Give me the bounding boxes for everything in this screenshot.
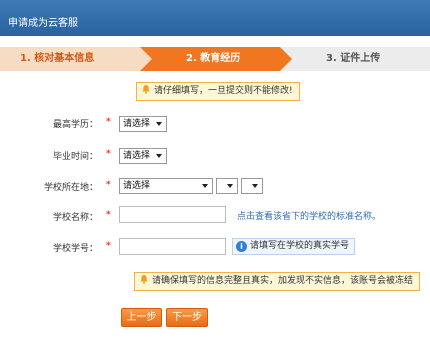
graduation-select-value: 请选择 [123, 151, 151, 161]
info-icon: i [236, 241, 247, 252]
chevron-down-icon [156, 122, 162, 126]
school-name-input[interactable] [119, 206, 226, 223]
required-mark: * [106, 180, 111, 190]
next-step-button[interactable]: 下一步 [166, 308, 208, 327]
education-select-value: 请选择 [123, 119, 151, 129]
student-id-label: 学校学号： [52, 244, 98, 254]
required-mark: * [106, 149, 111, 159]
education-label: 最高学历： [52, 120, 98, 130]
school-name-label: 学校名称： [52, 213, 98, 223]
window-title: 申请成为云客服 [8, 18, 78, 29]
step-arrow-1 [140, 47, 152, 71]
notice-bottom: 请确保填写的信息完整且真实，加发现不实信息，该账号会被冻结 [134, 272, 421, 291]
bell-icon [140, 275, 148, 284]
graduation-select[interactable]: 请选择 [119, 148, 167, 164]
student-id-tip-text: 请填写在学校的真实学号 [250, 241, 350, 251]
required-mark: * [106, 241, 111, 251]
step-2-current: 2. 教育经历 [140, 47, 280, 71]
location-label: 学校所在地： [43, 183, 98, 193]
required-mark: * [106, 210, 111, 220]
required-mark: * [106, 117, 111, 127]
province-select-value: 请选择 [123, 181, 151, 191]
step-3: 3. 证件上传 [280, 47, 430, 71]
prev-step-button[interactable]: 上一步 [121, 308, 162, 327]
school-list-link[interactable]: 点击查看该省下的学校的标准名称。 [237, 209, 381, 222]
notice-top: 请仔细填写，一旦提交则不能修改! [136, 82, 300, 101]
chevron-down-icon [252, 184, 258, 188]
graduation-label: 毕业时间： [52, 152, 98, 162]
bell-icon [142, 85, 150, 94]
district-select[interactable] [241, 178, 263, 194]
student-id-tip: i 请填写在学校的真实学号 [232, 238, 356, 255]
city-select[interactable] [216, 178, 238, 194]
notice-bottom-text: 请确保填写的信息完整且真实，加发现不实信息，该账号会被冻结 [152, 276, 414, 286]
chevron-down-icon [227, 184, 233, 188]
notice-top-text: 请仔细填写，一旦提交则不能修改! [154, 86, 293, 96]
chevron-down-icon [202, 184, 208, 188]
education-select[interactable]: 请选择 [119, 116, 167, 132]
province-select[interactable]: 请选择 [119, 178, 213, 194]
student-id-input[interactable] [119, 238, 226, 255]
step-1: 1. 核对基本信息 [0, 47, 140, 71]
step-progress-bar: 1. 核对基本信息 2. 教育经历 3. 证件上传 [0, 47, 430, 71]
step-arrow-2 [280, 47, 292, 71]
chevron-down-icon [156, 154, 162, 158]
window-title-bar: 申请成为云客服 [0, 0, 430, 36]
